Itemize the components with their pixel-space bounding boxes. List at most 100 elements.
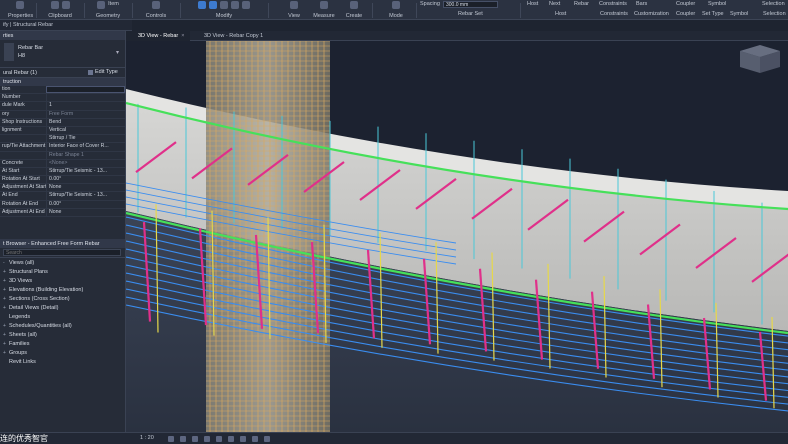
modify-group[interactable]: Modify	[184, 0, 264, 20]
property-row[interactable]: Rotation At End 0.00°	[0, 200, 125, 209]
property-row[interactable]: Adjustment At End None	[0, 208, 125, 217]
expand-toggle-icon[interactable]: +	[3, 341, 7, 347]
property-value[interactable]	[46, 94, 125, 102]
next-button[interactable]: Next	[549, 1, 560, 7]
property-row[interactable]: Concrete <None>	[0, 159, 125, 168]
property-row[interactable]: At Start Stirrup/Tie Seismic - 13...	[0, 167, 125, 177]
property-value[interactable]: Free Form	[46, 110, 125, 118]
view-group[interactable]: View	[280, 0, 308, 20]
property-value[interactable]: None	[46, 184, 125, 192]
browser-tree-item[interactable]: + Structural Plans	[0, 267, 125, 276]
property-row[interactable]: At End Stirrup/Tie Seismic - 13...	[0, 192, 125, 201]
symbol-button[interactable]: Symbol	[708, 1, 726, 7]
type-selector[interactable]: Rebar Bar H8 ▾	[0, 40, 125, 68]
property-row[interactable]: lignment Vertical	[0, 126, 125, 136]
property-value[interactable]: Interior Face of Cover R...	[46, 143, 125, 151]
expand-toggle-icon[interactable]: +	[3, 332, 7, 338]
control-icon[interactable]	[152, 1, 160, 9]
mirror-icon[interactable]	[220, 1, 228, 9]
copy-icon[interactable]	[242, 1, 250, 9]
property-value[interactable]: Stirrup/Tie Seismic - 13...	[46, 192, 125, 200]
browser-tree-item[interactable]: Revit Links	[0, 357, 125, 366]
properties-icon[interactable]	[16, 1, 24, 9]
instance-filter[interactable]: ural Rebar (1)	[3, 70, 37, 76]
lock-view-icon[interactable]	[252, 436, 258, 442]
property-row[interactable]: tion	[0, 86, 125, 95]
show-crop-icon[interactable]	[240, 436, 246, 442]
hide-isolate-icon[interactable]	[264, 436, 270, 442]
controls-group[interactable]: Controls	[136, 0, 176, 20]
browser-tree-item[interactable]: - Views (all)	[0, 258, 125, 267]
property-value[interactable]: Bend	[46, 118, 125, 126]
property-row[interactable]: Adjustment At Start None	[0, 184, 125, 193]
expand-toggle-icon[interactable]: +	[3, 350, 7, 356]
tab-3d-view-rebar[interactable]: 3D View - Rebar ×	[132, 31, 191, 41]
property-row[interactable]: Rotation At Start 0.00°	[0, 176, 125, 185]
edit-type-button[interactable]: Edit Type	[88, 69, 118, 75]
browser-tree-item[interactable]: + Sheets (all)	[0, 330, 125, 339]
property-value[interactable]: Vertical	[46, 126, 125, 135]
expand-toggle-icon[interactable]: -	[3, 260, 7, 266]
property-value[interactable]: 0.00°	[46, 176, 125, 184]
browser-tree-item[interactable]: + Elevations (Building Elevation)	[0, 285, 125, 294]
property-value[interactable]: 0.00°	[46, 200, 125, 208]
property-row[interactable]: ory Free Form	[0, 110, 125, 119]
properties-group[interactable]: Properties	[8, 0, 33, 20]
crop-view-icon[interactable]	[228, 436, 234, 442]
browser-tree-item[interactable]: + Schedules/Quantities (all)	[0, 321, 125, 330]
create-icon[interactable]	[350, 1, 358, 9]
chevron-down-icon[interactable]: ▾	[116, 50, 122, 56]
browser-tree-item[interactable]: Legends	[0, 312, 125, 321]
property-value[interactable]	[46, 86, 125, 94]
property-value[interactable]: 1	[46, 102, 125, 110]
shadows-icon[interactable]	[204, 436, 210, 442]
property-row[interactable]: Number	[0, 94, 125, 103]
property-value[interactable]: Rebar Shape 1	[46, 151, 125, 159]
sun-path-icon[interactable]	[192, 436, 198, 442]
3d-viewport[interactable]	[126, 41, 788, 432]
browser-tree-item[interactable]: + Detail Views (Detail)	[0, 303, 125, 312]
render-icon[interactable]	[216, 436, 222, 442]
cut-icon[interactable]	[61, 1, 70, 9]
property-row[interactable]: rup/Tie Attachment Interior Face of Cover…	[0, 143, 125, 152]
property-value[interactable]: Stirrup / Tie	[46, 135, 125, 143]
browser-tree-item[interactable]: + Groups	[0, 348, 125, 357]
join-icon[interactable]	[97, 1, 106, 9]
expand-toggle-icon[interactable]: +	[3, 269, 7, 275]
expand-toggle-icon[interactable]: +	[3, 287, 7, 293]
measure-icon[interactable]	[320, 1, 328, 9]
selection-button[interactable]: Selection	[762, 1, 785, 7]
geometry-group[interactable]: Item Geometry	[88, 0, 128, 20]
constraints-button[interactable]: Constraints	[599, 1, 627, 7]
browser-search-input[interactable]	[3, 249, 121, 256]
expand-toggle-icon[interactable]: +	[3, 278, 7, 284]
coupler-button[interactable]: Coupler	[676, 1, 695, 7]
offset-icon[interactable]	[209, 1, 217, 9]
paste-icon[interactable]	[50, 1, 59, 9]
close-icon[interactable]: ×	[181, 33, 184, 39]
property-row[interactable]: Rebar Shape 1	[0, 151, 125, 160]
move-icon[interactable]	[231, 1, 239, 9]
browser-tree-item[interactable]: + Sections (Cross Section)	[0, 294, 125, 303]
measure-group[interactable]: Measure	[310, 0, 338, 20]
align-icon[interactable]	[198, 1, 206, 9]
property-row[interactable]: dule Mark 1	[0, 102, 125, 111]
expand-toggle-icon[interactable]: +	[3, 323, 7, 329]
rebar-3d-scene[interactable]	[126, 41, 788, 432]
construction-section-header[interactable]: truction	[0, 78, 125, 86]
property-value[interactable]: Stirrup/Tie Seismic - 13...	[46, 167, 125, 176]
bars-button[interactable]: Bars	[636, 1, 647, 7]
rebar-button[interactable]: Rebar	[574, 1, 589, 7]
spacing-input[interactable]	[443, 1, 498, 8]
property-row[interactable]: Stirrup / Tie	[0, 135, 125, 144]
expand-toggle-icon[interactable]: +	[3, 305, 7, 311]
view-scale[interactable]: 1 : 20	[140, 435, 154, 441]
view-icon[interactable]	[290, 1, 298, 9]
mode-icon[interactable]	[392, 1, 400, 9]
expand-toggle-icon[interactable]: +	[3, 296, 7, 302]
property-row[interactable]: Shop Instructions Bend	[0, 118, 125, 127]
clipboard-group[interactable]: Clipboard	[40, 0, 80, 20]
visual-style-icon[interactable]	[180, 436, 186, 442]
property-value[interactable]: None	[46, 208, 125, 216]
tab-3d-view-rebar-copy[interactable]: 3D View - Rebar Copy 1	[198, 31, 269, 41]
